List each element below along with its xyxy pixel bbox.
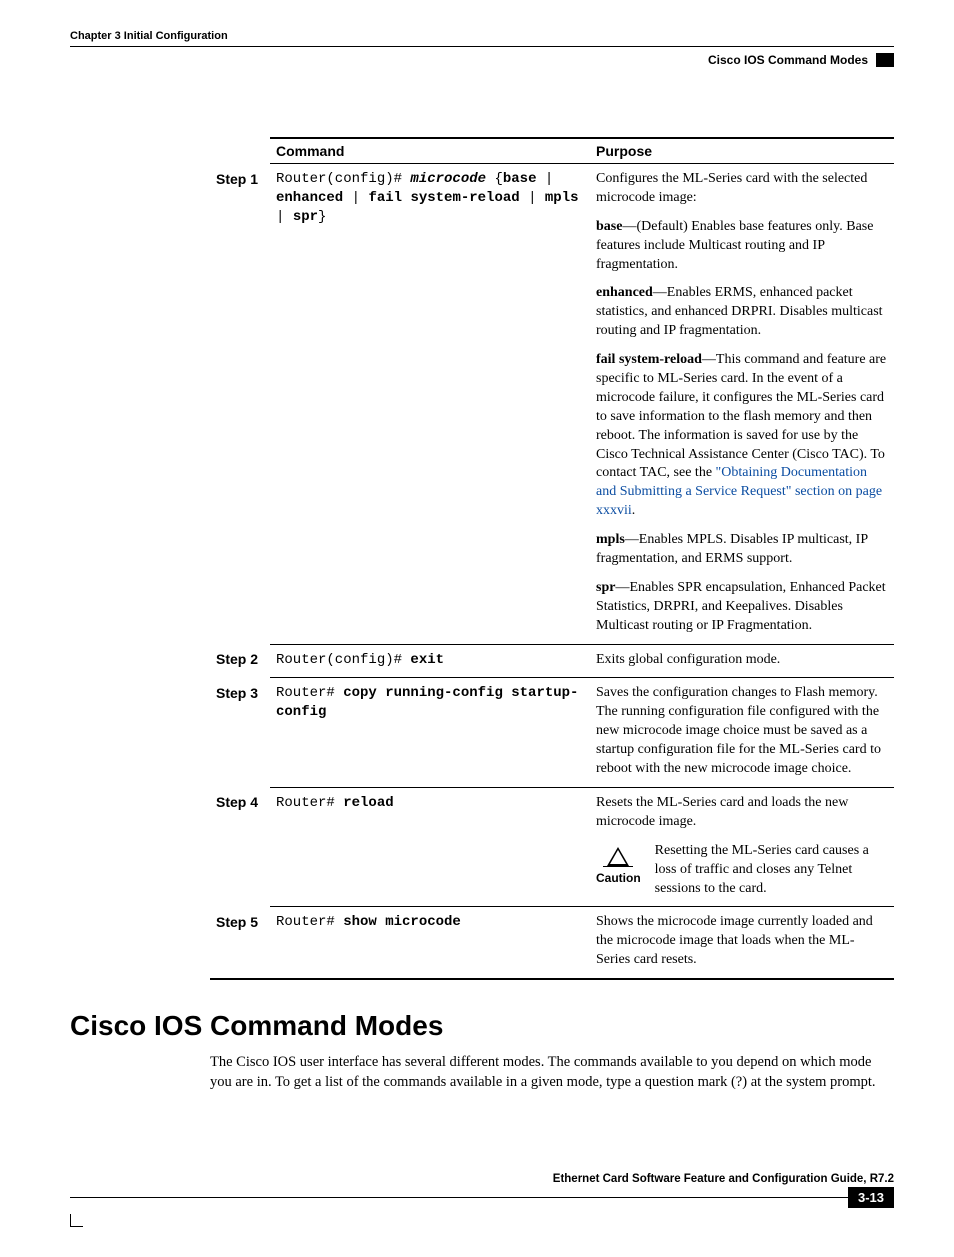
header-marker-icon [876, 53, 894, 67]
table-row: Step 4 Router# reload Resets the ML-Seri… [210, 787, 894, 906]
header-rule [70, 46, 894, 47]
caution-label: Caution [596, 870, 641, 886]
purpose-cell: Shows the microcode image currently load… [590, 907, 894, 979]
purpose-cell: Exits global configuration mode. [590, 644, 894, 678]
step-label: Step 3 [210, 678, 270, 787]
step-label: Step 1 [210, 164, 270, 645]
page-footer: Ethernet Card Software Feature and Confi… [70, 1173, 894, 1227]
purpose-cell: Saves the configuration changes to Flash… [590, 678, 894, 787]
purpose-cell: Resets the ML-Series card and loads the … [590, 787, 894, 906]
step-label: Step 5 [210, 907, 270, 979]
table-row: Step 5 Router# show microcode Shows the … [210, 907, 894, 979]
th-purpose: Purpose [590, 138, 894, 164]
purpose-cell: Configures the ML-Series card with the s… [590, 164, 894, 645]
page-number: 3-13 [848, 1187, 894, 1208]
table-row: Step 1 Router(config)# microcode {base |… [210, 164, 894, 645]
th-command: Command [270, 138, 590, 164]
step-label: Step 2 [210, 644, 270, 678]
running-header-chapter: Chapter 3 Initial Configuration [70, 30, 894, 42]
command-table: Command Purpose Step 1 Router(config)# m… [210, 137, 894, 980]
table-row: Step 2 Router(config)# exit Exits global… [210, 644, 894, 678]
table-row: Step 3 Router# copy running-config start… [210, 678, 894, 787]
caution-block: ! Caution Resetting the ML-Series card c… [596, 842, 888, 899]
command-cell: Router# show microcode [270, 907, 590, 979]
crop-mark-icon [70, 1214, 83, 1227]
command-cell: Router# copy running-config startup-conf… [270, 678, 590, 787]
command-cell: Router# reload [270, 787, 590, 906]
command-cell: Router(config)# microcode {base | enhanc… [270, 164, 590, 645]
body-paragraph: The Cisco IOS user interface has several… [210, 1052, 894, 1093]
command-cell: Router(config)# exit [270, 644, 590, 678]
caution-text: Resetting the ML-Series card causes a lo… [655, 842, 888, 899]
content-area: Command Purpose Step 1 Router(config)# m… [210, 137, 894, 1093]
caution-icon: ! [603, 842, 633, 867]
footer-doc-title: Ethernet Card Software Feature and Confi… [70, 1173, 894, 1185]
running-header-topic: Cisco IOS Command Modes [708, 53, 868, 67]
section-heading: Cisco IOS Command Modes [70, 1010, 894, 1042]
step-label: Step 4 [210, 787, 270, 906]
page: Chapter 3 Initial Configuration Cisco IO… [0, 0, 954, 1257]
running-header-topic-bar: Cisco IOS Command Modes [70, 53, 894, 67]
